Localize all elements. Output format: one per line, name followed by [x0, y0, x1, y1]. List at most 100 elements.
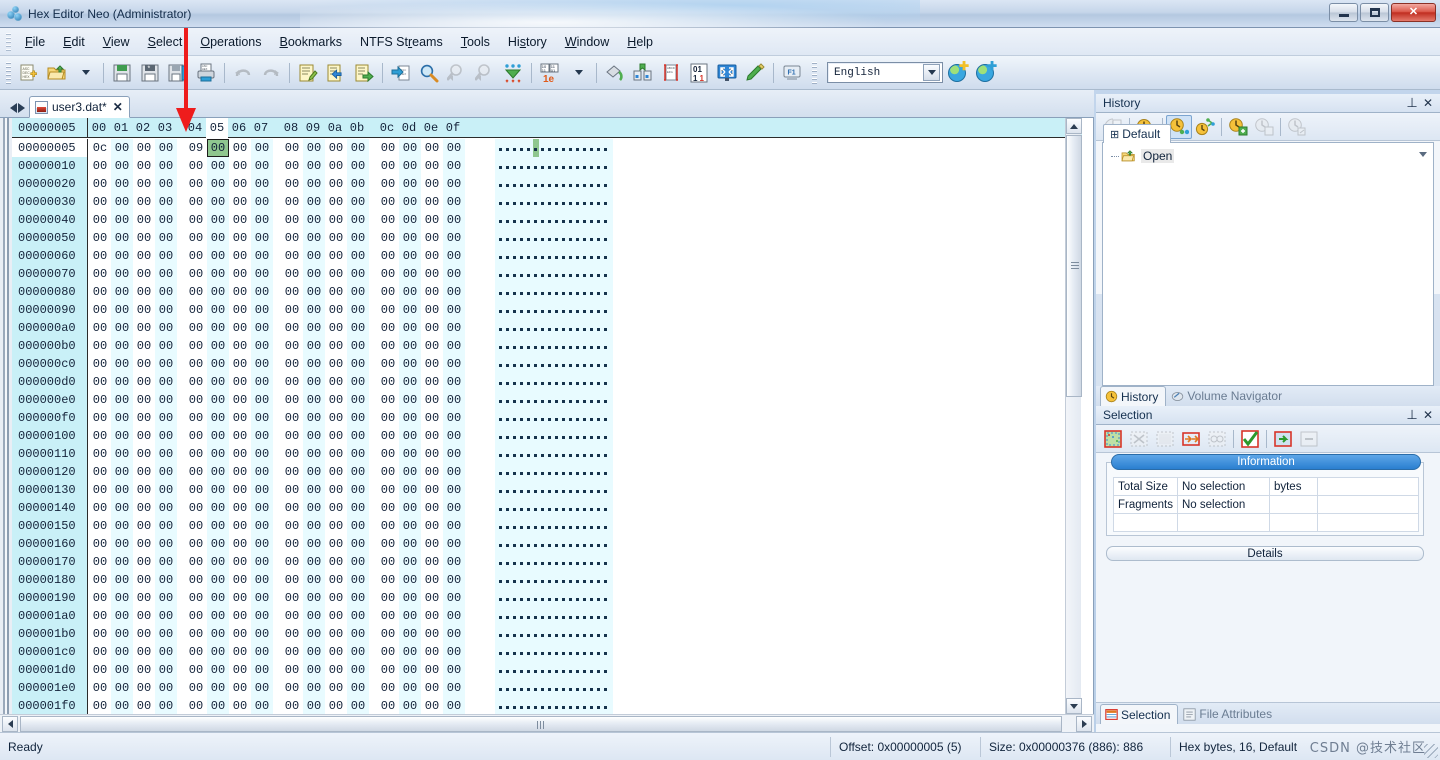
- ascii-char[interactable]: [589, 517, 595, 535]
- ascii-block[interactable]: [495, 553, 613, 571]
- ascii-char[interactable]: [589, 661, 595, 679]
- hex-byte[interactable]: 00: [185, 229, 207, 247]
- hex-byte[interactable]: 00: [421, 445, 443, 463]
- hex-byte[interactable]: 00: [399, 607, 421, 625]
- hex-byte[interactable]: 00: [229, 391, 251, 409]
- ascii-char[interactable]: [589, 499, 595, 517]
- hex-byte[interactable]: 00: [303, 337, 325, 355]
- hex-byte[interactable]: 00: [251, 607, 273, 625]
- ascii-char[interactable]: [575, 517, 581, 535]
- hex-byte[interactable]: 00: [303, 373, 325, 391]
- hex-row[interactable]: 00000180 00 00 00 00 00 00 00 00 00 00 00 00 00 00 00 00: [12, 571, 1082, 589]
- hex-byte[interactable]: 00: [207, 193, 229, 211]
- ascii-char[interactable]: [596, 337, 602, 355]
- hex-byte[interactable]: 00: [377, 265, 399, 283]
- ascii-char[interactable]: [533, 607, 539, 625]
- hex-byte[interactable]: 00: [229, 139, 251, 157]
- hex-byte[interactable]: 00: [399, 499, 421, 517]
- hex-byte[interactable]: 00: [89, 283, 111, 301]
- ascii-char[interactable]: [589, 175, 595, 193]
- ascii-block[interactable]: [495, 463, 613, 481]
- ascii-char[interactable]: [547, 553, 553, 571]
- ascii-char[interactable]: [561, 247, 567, 265]
- hex-byte[interactable]: 00: [443, 499, 465, 517]
- ascii-char[interactable]: [575, 355, 581, 373]
- hex-byte[interactable]: 00: [347, 445, 369, 463]
- hex-byte[interactable]: 00: [185, 211, 207, 229]
- ascii-char[interactable]: [533, 661, 539, 679]
- hex-byte[interactable]: 00: [347, 175, 369, 193]
- hex-byte[interactable]: 00: [111, 571, 133, 589]
- hex-byte[interactable]: 00: [89, 643, 111, 661]
- hex-byte[interactable]: 00: [377, 193, 399, 211]
- ascii-char[interactable]: [568, 265, 574, 283]
- ascii-char[interactable]: [533, 427, 539, 445]
- ascii-char[interactable]: [596, 175, 602, 193]
- hex-byte[interactable]: 00: [443, 175, 465, 193]
- ascii-char[interactable]: [582, 175, 588, 193]
- ascii-char[interactable]: [512, 499, 518, 517]
- dock-tab-file-attributes[interactable]: File Attributes: [1178, 704, 1280, 724]
- ascii-char[interactable]: [575, 391, 581, 409]
- ascii-char[interactable]: [505, 643, 511, 661]
- ascii-char[interactable]: [596, 427, 602, 445]
- hex-row[interactable]: 000001a0 00 00 00 00 00 00 00 00 00 00 00 00 00 00 00 00: [12, 607, 1082, 625]
- ascii-char[interactable]: [505, 607, 511, 625]
- hex-byte[interactable]: 00: [133, 607, 155, 625]
- hex-byte[interactable]: 00: [399, 535, 421, 553]
- ascii-char[interactable]: [540, 463, 546, 481]
- ascii-char[interactable]: [561, 301, 567, 319]
- ascii-char[interactable]: [561, 571, 567, 589]
- ascii-char[interactable]: [519, 625, 525, 643]
- ascii-char[interactable]: [596, 499, 602, 517]
- hex-byte[interactable]: 00: [251, 265, 273, 283]
- hex-byte[interactable]: 00: [251, 499, 273, 517]
- hex-byte[interactable]: 00: [325, 157, 347, 175]
- hex-byte[interactable]: 00: [133, 283, 155, 301]
- ascii-char[interactable]: [561, 409, 567, 427]
- ascii-char[interactable]: [575, 697, 581, 714]
- close-button[interactable]: ✕: [1391, 3, 1436, 22]
- ascii-char[interactable]: [505, 373, 511, 391]
- ascii-char[interactable]: [505, 283, 511, 301]
- ascii-char[interactable]: [554, 157, 560, 175]
- ascii-char[interactable]: [526, 553, 532, 571]
- hex-byte[interactable]: 00: [281, 409, 303, 427]
- ascii-char[interactable]: [568, 301, 574, 319]
- ascii-char[interactable]: [533, 373, 539, 391]
- hex-byte[interactable]: 00: [421, 229, 443, 247]
- hex-byte[interactable]: 00: [229, 697, 251, 714]
- hex-byte[interactable]: 00: [251, 193, 273, 211]
- hex-row[interactable]: 00000010 00 00 00 00 00 00 00 00 00 00 00 00 00 00 00 00: [12, 157, 1082, 175]
- language-select[interactable]: English: [827, 62, 943, 83]
- hex-byte[interactable]: 00: [89, 427, 111, 445]
- ascii-char[interactable]: [498, 571, 504, 589]
- ascii-char[interactable]: [589, 265, 595, 283]
- hex-byte[interactable]: 00: [155, 355, 177, 373]
- ascii-char[interactable]: [603, 625, 609, 643]
- hex-byte[interactable]: 00: [207, 157, 229, 175]
- ascii-char[interactable]: [498, 157, 504, 175]
- ascii-char[interactable]: [505, 229, 511, 247]
- ascii-char[interactable]: [526, 643, 532, 661]
- ascii-char[interactable]: [575, 337, 581, 355]
- hex-byte[interactable]: 09: [185, 139, 207, 157]
- hex-byte[interactable]: 00: [399, 409, 421, 427]
- hex-byte[interactable]: 00: [185, 625, 207, 643]
- ascii-char[interactable]: [554, 517, 560, 535]
- hex-row[interactable]: 00000190 00 00 00 00 00 00 00 00 00 00 00 00 00 00 00 00: [12, 589, 1082, 607]
- hex-byte[interactable]: 00: [325, 211, 347, 229]
- globe-add-icon[interactable]: ✚: [943, 59, 971, 87]
- ascii-char[interactable]: [554, 607, 560, 625]
- hex-byte[interactable]: 00: [89, 157, 111, 175]
- ascii-char[interactable]: [540, 571, 546, 589]
- hex-byte[interactable]: 00: [281, 301, 303, 319]
- hex-byte[interactable]: 00: [111, 319, 133, 337]
- hex-byte[interactable]: 00: [443, 211, 465, 229]
- hex-byte[interactable]: 00: [303, 193, 325, 211]
- hex-byte[interactable]: 00: [111, 427, 133, 445]
- ascii-char[interactable]: [596, 193, 602, 211]
- ascii-char[interactable]: [526, 283, 532, 301]
- ascii-char[interactable]: [603, 301, 609, 319]
- ascii-char[interactable]: [519, 229, 525, 247]
